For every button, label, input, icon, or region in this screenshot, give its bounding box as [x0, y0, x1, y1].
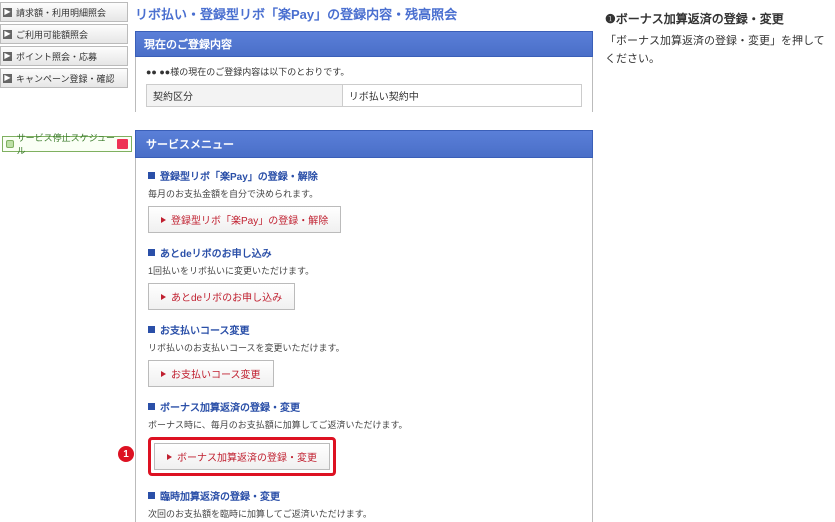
table-row: 契約区分 リボ払い契約中	[147, 85, 582, 107]
cell-value: リボ払い契約中	[342, 85, 581, 107]
chevron-right-icon: ▶	[3, 74, 12, 83]
app-screenshot: ▶ 請求額・利用明細照会 ▶ ご利用可能額照会 ▶ ポイント照会・応募 ▶ キャンペーン…	[0, 0, 595, 522]
section-desc: 1回払いをリボ払いに変更いただけます。	[148, 264, 580, 277]
highlighted-target: ボーナス加算返済の登録・変更	[148, 437, 336, 476]
bottom-panel: サービス停止スケジュール 1 サービスメニュー 登録型リボ「楽Pay」の登録・解…	[0, 126, 595, 522]
section-desc: リボ払いのお支払いコースを変更いただけます。	[148, 341, 580, 354]
section-bonus-repayment: ボーナス加算返済の登録・変更 ボーナス時に、毎月のお支払額に加算してご返済いただ…	[148, 399, 580, 476]
service-menu-panel: サービスメニュー 登録型リボ「楽Pay」の登録・解除 毎月のお支払金額を自分で決…	[135, 130, 593, 522]
section-title-text: ボーナス加算返済の登録・変更	[160, 399, 300, 414]
button-label: ボーナス加算返済の登録・変更	[177, 449, 317, 464]
chevron-right-icon: ▶	[3, 8, 12, 17]
instruction-title: ❶ ボーナス加算返済の登録・変更	[605, 10, 827, 27]
instruction-column: ❶ ボーナス加算返済の登録・変更 「ボーナス加算返済の登録・変更」を押してくださ…	[605, 10, 827, 68]
payment-course-button[interactable]: お支払いコース変更	[148, 360, 274, 387]
registration-note: ●● ●●様の現在のご登録内容は以下のとおりです。	[146, 65, 582, 78]
instruction-number-icon: ❶	[605, 12, 616, 26]
service-menu-body: 登録型リボ「楽Pay」の登録・解除 毎月のお支払金額を自分で決められます。 登録…	[135, 158, 593, 522]
section-title-text: お支払いコース変更	[160, 322, 250, 337]
service-stop-schedule[interactable]: サービス停止スケジュール	[2, 136, 132, 152]
section-ato-de-revo: あとdeリボのお申し込み 1回払いをリボ払いに変更いただけます。 あとdeリボの…	[148, 245, 580, 310]
sidebar-item-points[interactable]: ▶ ポイント照会・応募	[0, 46, 128, 66]
section-title: あとdeリボのお申し込み	[148, 245, 580, 260]
chevron-right-icon: ▶	[3, 30, 12, 39]
page-title: リボ払い・登録型リボ「楽Pay」の登録内容・残高照会	[135, 0, 593, 31]
button-label: 登録型リボ「楽Pay」の登録・解除	[171, 212, 328, 227]
chevron-right-icon: ▶	[3, 52, 12, 61]
triangle-right-icon	[161, 294, 166, 300]
section-extra-repayment: 臨時加算返済の登録・変更 次回のお支払額を臨時に加算してご返済いただけます。 臨…	[148, 488, 580, 522]
button-label: あとdeリボのお申し込み	[171, 289, 282, 304]
section-desc: ボーナス時に、毎月のお支払額に加算してご返済いただけます。	[148, 418, 580, 431]
section-title: 登録型リボ「楽Pay」の登録・解除	[148, 168, 580, 183]
sidebar-item-available[interactable]: ▶ ご利用可能額照会	[0, 24, 128, 44]
sidebar-item-campaign[interactable]: ▶ キャンペーン登録・確認	[0, 68, 128, 88]
top-panel: ▶ 請求額・利用明細照会 ▶ ご利用可能額照会 ▶ ポイント照会・応募 ▶ キャンペーン…	[0, 0, 595, 115]
section-desc: 次回のお支払額を臨時に加算してご返済いただけます。	[148, 507, 580, 520]
current-registration-body: ●● ●●様の現在のご登録内容は以下のとおりです。 契約区分 リボ払い契約中	[135, 57, 593, 116]
bonus-repayment-button[interactable]: ボーナス加算返済の登録・変更	[154, 443, 330, 470]
triangle-right-icon	[167, 454, 172, 460]
main-top: リボ払い・登録型リボ「楽Pay」の登録内容・残高照会 現在のご登録内容 ●● ●…	[135, 0, 593, 116]
square-icon	[6, 140, 14, 148]
button-label: お支払いコース変更	[171, 366, 261, 381]
callout-marker-1: 1	[118, 446, 134, 462]
square-icon	[148, 172, 155, 179]
square-icon	[148, 403, 155, 410]
section-title-text: あとdeリボのお申し込み	[160, 245, 272, 260]
badge-icon	[117, 139, 128, 149]
ato-de-revo-button[interactable]: あとdeリボのお申し込み	[148, 283, 295, 310]
sidebar: ▶ 請求額・利用明細照会 ▶ ご利用可能額照会 ▶ ポイント照会・応募 ▶ キャンペーン…	[0, 2, 128, 90]
section-title-text: 登録型リボ「楽Pay」の登録・解除	[160, 168, 318, 183]
section-title-text: 臨時加算返済の登録・変更	[160, 488, 280, 503]
section-title: ボーナス加算返済の登録・変更	[148, 399, 580, 414]
sidebar-item-label: ご利用可能額照会	[16, 28, 88, 41]
section-payment-course: お支払いコース変更 リボ払いのお支払いコースを変更いただけます。 お支払いコース…	[148, 322, 580, 387]
section-title: お支払いコース変更	[148, 322, 580, 337]
instruction-title-text: ボーナス加算返済の登録・変更	[616, 10, 784, 27]
rakupay-register-button[interactable]: 登録型リボ「楽Pay」の登録・解除	[148, 206, 341, 233]
triangle-right-icon	[161, 217, 166, 223]
section-desc: 毎月のお支払金額を自分で決められます。	[148, 187, 580, 200]
sidebar-item-statement[interactable]: ▶ 請求額・利用明細照会	[0, 2, 128, 22]
service-stop-label: サービス停止スケジュール	[17, 131, 117, 157]
square-icon	[148, 249, 155, 256]
sidebar-item-label: 請求額・利用明細照会	[16, 6, 106, 19]
section-rakupay: 登録型リボ「楽Pay」の登録・解除 毎月のお支払金額を自分で決められます。 登録…	[148, 168, 580, 233]
sidebar-item-label: キャンペーン登録・確認	[16, 72, 115, 85]
panel-gap	[0, 112, 595, 126]
service-menu-header: サービスメニュー	[135, 130, 593, 158]
section-title: 臨時加算返済の登録・変更	[148, 488, 580, 503]
cell-label: 契約区分	[147, 85, 343, 107]
sidebar-item-label: ポイント照会・応募	[16, 50, 97, 63]
instruction-body: 「ボーナス加算返済の登録・変更」を押してください。	[605, 33, 827, 68]
registration-table: 契約区分 リボ払い契約中	[146, 84, 582, 107]
square-icon	[148, 326, 155, 333]
current-registration-header: 現在のご登録内容	[135, 31, 593, 57]
triangle-right-icon	[161, 371, 166, 377]
square-icon	[148, 492, 155, 499]
